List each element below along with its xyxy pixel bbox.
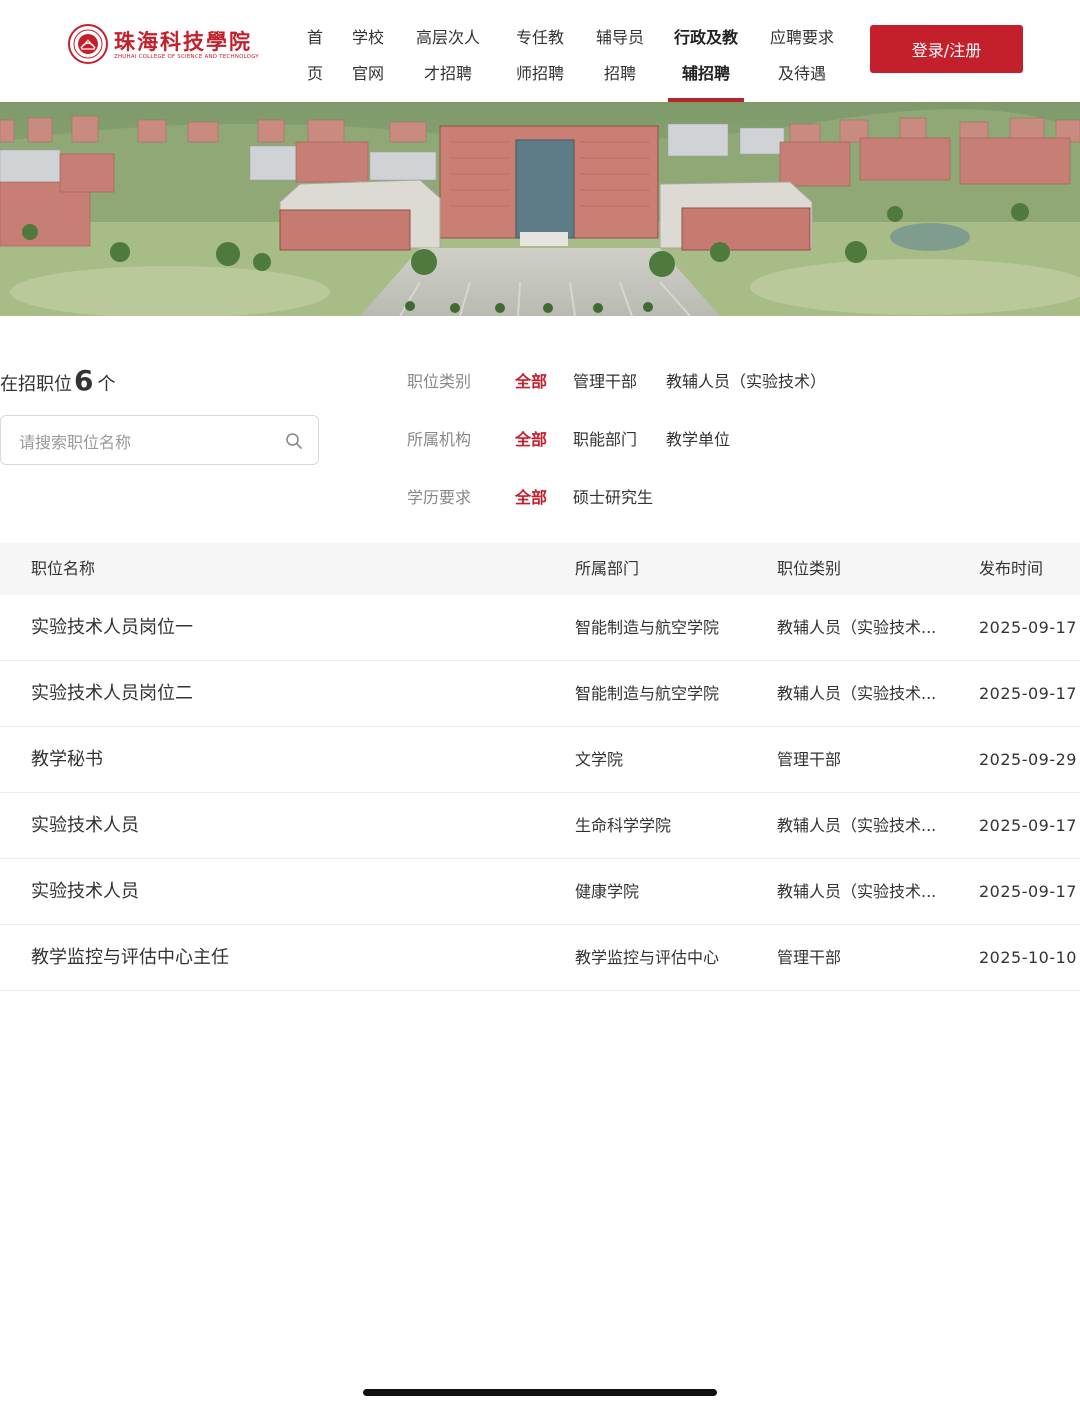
filter-category-lab-tech[interactable]: 教辅人员（实验技术） <box>666 367 826 397</box>
nav-faculty-recruitment-line1: 专任教 <box>515 28 564 47</box>
login-register-button[interactable]: 登录/注册 <box>870 25 1023 73</box>
campus-banner-image <box>0 102 1080 316</box>
count-number: 6 <box>74 364 94 397</box>
publish-date: 2025-09-17 <box>979 882 1077 901</box>
filter-category-all[interactable]: 全部 <box>515 367 547 397</box>
position-name[interactable]: 教学监控与评估中心主任 <box>31 925 229 990</box>
nav-admin-recruitment-line2: 辅招聘 <box>681 64 730 83</box>
nav-requirements-benefits-line1: 应聘要求 <box>769 28 834 47</box>
school-emblem-icon <box>68 24 108 64</box>
position-department: 健康学院 <box>575 882 640 901</box>
filter-category-management[interactable]: 管理干部 <box>573 367 637 397</box>
position-name[interactable]: 实验技术人员岗位二 <box>31 661 193 726</box>
position-department: 智能制造与航空学院 <box>575 618 720 637</box>
position-search-box <box>0 415 319 465</box>
nav-admin-recruitment[interactable]: 行政及教 辅招聘 <box>668 20 744 92</box>
table-row[interactable]: 实验技术人员岗位二 智能制造与航空学院 教辅人员（实验技术... 2025-09… <box>0 661 1080 727</box>
school-logo[interactable]: 珠海科技學院 ZHUHAI COLLEGE OF SCIENCE AND TEC… <box>68 22 264 70</box>
open-positions-count: 在招职位6 个 <box>0 364 115 397</box>
filter-edu-all[interactable]: 全部 <box>515 483 547 513</box>
nav-high-level-talent[interactable]: 高层次人 才招聘 <box>412 20 484 92</box>
nav-requirements-benefits[interactable]: 应聘要求 及待遇 <box>764 20 840 92</box>
table-header: 职位名称 所属部门 职位类别 发布时间 <box>0 543 1080 595</box>
filter-education-label: 学历要求 <box>407 488 472 507</box>
publish-date: 2025-09-29 <box>979 750 1077 769</box>
table-row[interactable]: 教学秘书 文学院 管理干部 2025-09-29 <box>0 727 1080 793</box>
position-name[interactable]: 实验技术人员 <box>31 793 139 858</box>
nav-high-level-talent-line2: 才招聘 <box>423 64 472 83</box>
column-header-department: 所属部门 <box>575 559 640 578</box>
count-prefix: 在招职位 <box>0 374 72 395</box>
nav-home-line1: 首 <box>306 28 323 47</box>
filter-position-category-label: 职位类别 <box>407 372 472 391</box>
position-category: 教辅人员（实验技术... <box>777 618 937 637</box>
column-header-position: 职位名称 <box>31 559 96 578</box>
nav-home-line2: 页 <box>306 64 323 83</box>
filter-edu-master[interactable]: 硕士研究生 <box>573 483 653 513</box>
nav-faculty-recruitment-line2: 师招聘 <box>515 64 564 83</box>
position-department: 智能制造与航空学院 <box>575 684 720 703</box>
nav-school-website[interactable]: 学校 官网 <box>348 20 388 92</box>
nav-admin-recruitment-line1: 行政及教 <box>673 28 738 47</box>
filter-org-all[interactable]: 全部 <box>515 425 547 455</box>
table-row[interactable]: 实验技术人员 生命科学学院 教辅人员（实验技术... 2025-09-17 <box>0 793 1080 859</box>
position-department: 文学院 <box>575 750 624 769</box>
nav-requirements-benefits-line2: 及待遇 <box>777 64 826 83</box>
publish-date: 2025-10-10 <box>979 948 1077 967</box>
table-row[interactable]: 实验技术人员岗位一 智能制造与航空学院 教辅人员（实验技术... 2025-09… <box>0 595 1080 661</box>
position-category: 教辅人员（实验技术... <box>777 684 937 703</box>
position-category: 教辅人员（实验技术... <box>777 816 937 835</box>
position-category: 管理干部 <box>777 948 842 967</box>
logo-name-cn: 珠海科技學院 <box>114 29 252 54</box>
nav-counselor-recruitment-line1: 辅导员 <box>595 28 644 47</box>
nav-school-website-line2: 官网 <box>351 64 384 83</box>
filter-organization-label: 所属机构 <box>407 430 472 449</box>
publish-date: 2025-09-17 <box>979 684 1077 703</box>
home-indicator[interactable] <box>363 1389 717 1396</box>
position-department: 教学监控与评估中心 <box>575 948 720 967</box>
top-header: 珠海科技學院 ZHUHAI COLLEGE OF SCIENCE AND TEC… <box>0 0 1080 102</box>
nav-counselor-recruitment-line2: 招聘 <box>603 64 636 83</box>
nav-counselor-recruitment[interactable]: 辅导员 招聘 <box>592 20 648 92</box>
position-department: 生命科学学院 <box>575 816 672 835</box>
publish-date: 2025-09-17 <box>979 618 1077 637</box>
campus-aerial-illustration <box>0 102 1080 316</box>
nav-home[interactable]: 首 页 <box>300 20 330 92</box>
position-name[interactable]: 实验技术人员岗位一 <box>31 595 193 660</box>
positions-table: 职位名称 所属部门 职位类别 发布时间 实验技术人员岗位一 智能制造与航空学院 … <box>0 543 1080 991</box>
logo-name-en: ZHUHAI COLLEGE OF SCIENCE AND TECHNOLOGY <box>114 54 259 60</box>
position-name[interactable]: 实验技术人员 <box>31 859 139 924</box>
position-category: 管理干部 <box>777 750 842 769</box>
column-header-publish-date: 发布时间 <box>979 559 1044 578</box>
nav-high-level-talent-line1: 高层次人 <box>415 28 480 47</box>
position-category: 教辅人员（实验技术... <box>777 882 937 901</box>
nav-school-website-line1: 学校 <box>351 28 384 47</box>
publish-date: 2025-09-17 <box>979 816 1077 835</box>
count-suffix: 个 <box>97 374 116 395</box>
search-icon[interactable] <box>285 432 303 450</box>
table-row[interactable]: 教学监控与评估中心主任 教学监控与评估中心 管理干部 2025-10-10 <box>0 925 1080 991</box>
position-name[interactable]: 教学秘书 <box>31 727 103 792</box>
column-header-category: 职位类别 <box>777 559 842 578</box>
position-search-input[interactable] <box>17 428 271 456</box>
filter-org-teaching-unit[interactable]: 教学单位 <box>666 425 730 455</box>
table-row[interactable]: 实验技术人员 健康学院 教辅人员（实验技术... 2025-09-17 <box>0 859 1080 925</box>
filter-org-functional-dept[interactable]: 职能部门 <box>573 425 637 455</box>
nav-faculty-recruitment[interactable]: 专任教 师招聘 <box>510 20 570 92</box>
